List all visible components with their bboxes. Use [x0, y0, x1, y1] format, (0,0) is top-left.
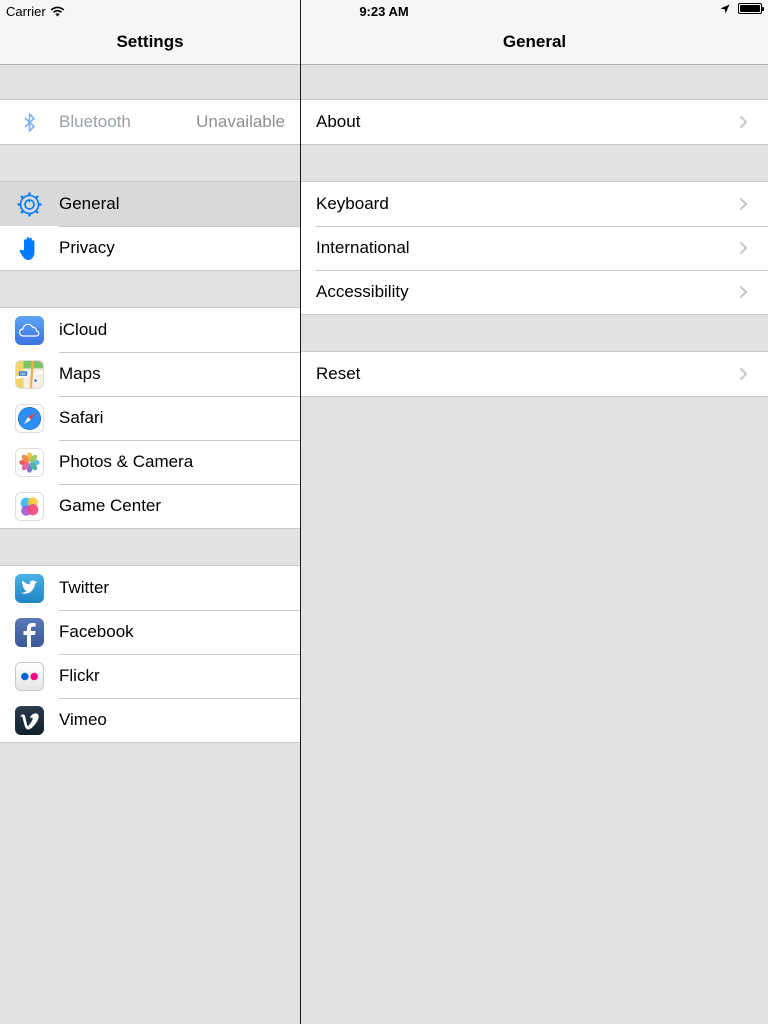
settings-item-icloud[interactable]: iCloud	[0, 308, 300, 352]
sidebar-item-label: Bluetooth	[59, 112, 131, 131]
chevron-right-icon	[739, 241, 748, 255]
chevron-right-icon	[739, 285, 748, 299]
general-group-input: Keyboard International Accessibility	[301, 181, 768, 315]
gear-icon	[15, 190, 44, 219]
facebook-icon	[15, 617, 44, 647]
general-item-accessibility[interactable]: Accessibility	[301, 270, 768, 314]
bluetooth-icon	[15, 108, 44, 137]
chevron-right-icon	[739, 115, 748, 129]
sidebar-item-label: Flickr	[59, 666, 100, 685]
chevron-right-icon	[739, 367, 748, 381]
page-title: Settings	[116, 32, 184, 51]
settings-group-system: General Privacy	[0, 181, 300, 271]
detail-item-label: Reset	[316, 364, 361, 383]
sidebar-item-label: Photos & Camera	[59, 452, 194, 471]
battery-icon	[738, 3, 764, 14]
detail-item-label: Keyboard	[316, 194, 389, 213]
settings-master-pane: Settings Bluetooth Unavailable General P…	[0, 0, 300, 1024]
safari-compass-icon	[15, 403, 44, 433]
sidebar-item-label: Vimeo	[59, 710, 107, 729]
icloud-icon	[15, 315, 44, 345]
detail-item-label: International	[316, 238, 410, 257]
general-group-about: About	[301, 99, 768, 145]
split-view-divider	[300, 0, 301, 1024]
sidebar-item-label: Twitter	[59, 578, 110, 597]
maps-icon: 280	[15, 359, 44, 389]
settings-group-social: Twitter Facebook Flickr Vimeo	[0, 565, 300, 743]
flickr-icon	[15, 661, 44, 691]
settings-group-connectivity: Bluetooth Unavailable	[0, 99, 300, 145]
settings-item-flickr[interactable]: Flickr	[0, 654, 300, 698]
chevron-right-icon	[739, 197, 748, 211]
hand-icon	[15, 234, 44, 263]
vimeo-icon	[15, 705, 44, 735]
settings-item-maps[interactable]: 280 Maps	[0, 352, 300, 396]
sidebar-item-label: Maps	[59, 364, 101, 383]
clock: 9:23 AM	[359, 4, 409, 19]
settings-item-game-center[interactable]: Game Center	[0, 484, 300, 528]
photos-flower-icon	[15, 447, 44, 477]
detail-item-label: About	[316, 112, 361, 131]
settings-group-apps: iCloud 280 Maps Safari Photos & Camera G…	[0, 307, 300, 529]
general-item-reset[interactable]: Reset	[301, 352, 768, 396]
status-right	[720, 3, 764, 14]
svg-text:280: 280	[20, 371, 26, 375]
general-detail-pane: General About Keyboard International Acc…	[301, 0, 768, 1024]
sidebar-item-label: General	[59, 194, 120, 213]
bluetooth-status: Unavailable	[196, 112, 285, 131]
sidebar-item-label: iCloud	[59, 320, 108, 339]
twitter-bird-icon	[15, 573, 44, 603]
game-center-icon	[15, 491, 44, 521]
location-arrow-icon	[720, 4, 730, 13]
settings-item-bluetooth[interactable]: Bluetooth Unavailable	[0, 100, 300, 144]
settings-item-twitter[interactable]: Twitter	[0, 566, 300, 610]
status-bar: Carrier 9:23 AM	[0, 0, 768, 20]
settings-item-vimeo[interactable]: Vimeo	[0, 698, 300, 742]
general-item-international[interactable]: International	[301, 226, 768, 270]
sidebar-item-label: Facebook	[59, 622, 134, 641]
settings-item-privacy[interactable]: Privacy	[0, 226, 300, 270]
settings-item-general[interactable]: General	[0, 182, 300, 226]
sidebar-item-label: Privacy	[59, 238, 115, 257]
detail-title: General	[502, 32, 567, 51]
settings-item-safari[interactable]: Safari	[0, 396, 300, 440]
general-item-about[interactable]: About	[301, 100, 768, 144]
settings-item-facebook[interactable]: Facebook	[0, 610, 300, 654]
general-group-reset: Reset	[301, 351, 768, 397]
general-item-keyboard[interactable]: Keyboard	[301, 182, 768, 226]
detail-item-label: Accessibility	[316, 282, 409, 301]
settings-item-photos-camera[interactable]: Photos & Camera	[0, 440, 300, 484]
sidebar-item-label: Safari	[59, 408, 104, 427]
sidebar-item-label: Game Center	[59, 496, 162, 515]
